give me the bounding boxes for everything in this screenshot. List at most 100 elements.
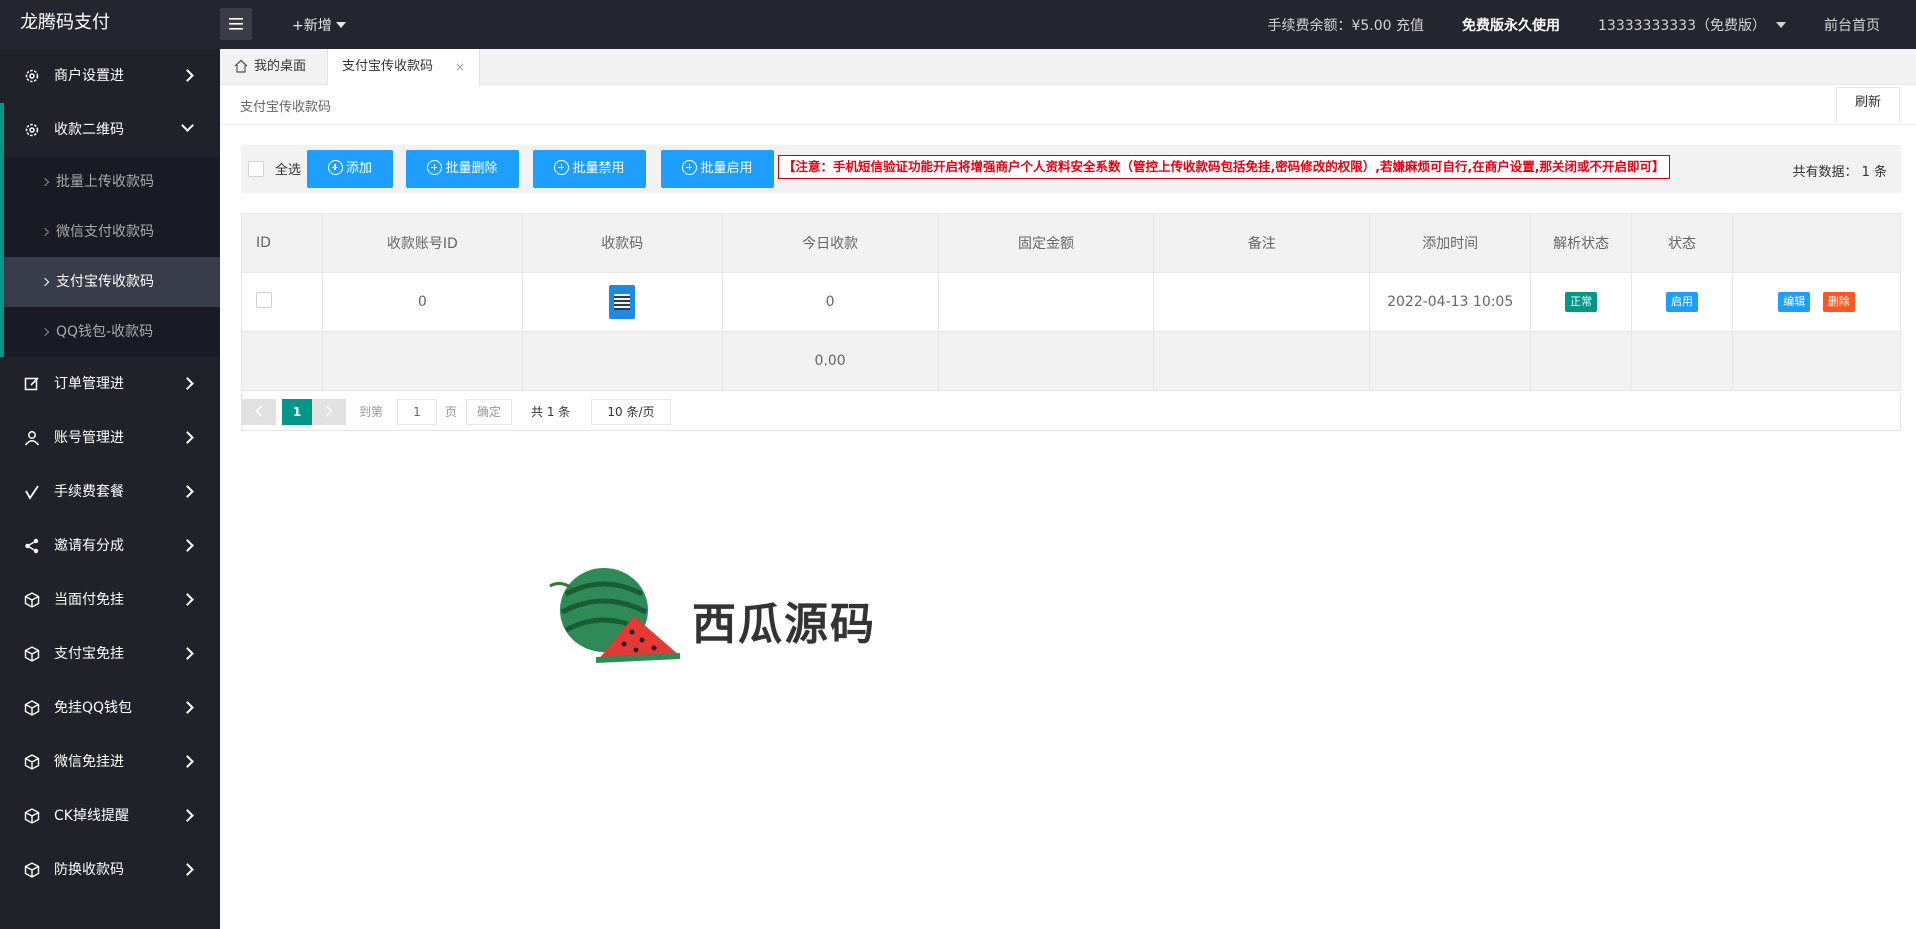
- gear-icon: [25, 69, 39, 83]
- refresh-button[interactable]: 刷新: [1836, 87, 1900, 123]
- watermark-logo: 西瓜源码: [546, 564, 906, 664]
- submenu-item-qq-wallet[interactable]: QQ钱包-收款码: [4, 307, 220, 357]
- menu-toggle-button[interactable]: [220, 8, 252, 40]
- chevron-right-icon: [325, 405, 333, 417]
- new-dropdown[interactable]: +新增: [292, 0, 346, 49]
- close-icon[interactable]: ×: [455, 49, 465, 85]
- status-toggle[interactable]: 启用: [1666, 292, 1699, 312]
- cube-icon: [24, 646, 40, 662]
- sidebar-item-label: 防换收款码: [54, 862, 124, 878]
- row-checkbox[interactable]: [256, 292, 272, 308]
- sidebar-item-label: CK掉线提醒: [54, 808, 129, 824]
- plus-circle-icon: [682, 160, 698, 175]
- chevron-right-icon: [181, 863, 194, 876]
- plus-circle-icon: [427, 160, 443, 175]
- account-id-cell: 0: [321, 272, 523, 332]
- table-sum-row: 0.00: [241, 331, 1901, 391]
- sidebar-item-label: 当面付免挂: [54, 592, 124, 608]
- sidebar-item-ck-offline[interactable]: CK掉线提醒: [0, 789, 220, 843]
- sidebar-item-qq-free[interactable]: 免挂QQ钱包: [0, 681, 220, 735]
- column-header[interactable]: 收款码: [521, 213, 723, 273]
- chevron-left-icon: [255, 405, 263, 417]
- sidebar-item-merchant-settings[interactable]: 商户设置进: [0, 49, 220, 103]
- qrcode-thumbnail[interactable]: [609, 285, 636, 319]
- chevron-right-icon: [181, 485, 194, 498]
- current-page[interactable]: 1: [282, 399, 312, 425]
- per-page-select[interactable]: 10 条/页: [591, 399, 671, 425]
- prev-page-button[interactable]: [242, 399, 276, 425]
- submenu-item-label: 批量上传收款码: [56, 174, 154, 190]
- add-label: 添加: [345, 161, 372, 176]
- column-header[interactable]: 备注: [1153, 213, 1371, 273]
- account-label: 13333333333（免费版）: [1598, 17, 1766, 34]
- cube-icon: [24, 592, 40, 608]
- sidebar-item-alipay-free[interactable]: 支付宝免挂: [0, 627, 220, 681]
- column-header[interactable]: ID: [241, 213, 323, 273]
- new-label: +新增: [292, 18, 332, 34]
- tab-label: 我的桌面: [254, 59, 307, 74]
- column-header[interactable]: 今日收款: [721, 213, 939, 273]
- column-header[interactable]: 固定金额: [937, 213, 1155, 273]
- next-page-button[interactable]: [312, 399, 346, 425]
- hamburger-icon: [229, 18, 243, 30]
- watermark-text: 西瓜源码: [692, 599, 876, 650]
- home-icon: [234, 59, 248, 73]
- submenu-item-batch-upload[interactable]: 批量上传收款码: [4, 157, 220, 207]
- table-header-row: ID 收款账号ID 收款码 今日收款 固定金额 备注 添加时间 解析状态 状态: [241, 213, 1901, 273]
- confirm-button[interactable]: 确定: [466, 399, 512, 425]
- share-icon: [25, 538, 39, 554]
- column-header[interactable]: 解析状态: [1530, 213, 1633, 273]
- app-logo[interactable]: 龙腾码支付: [0, 0, 220, 49]
- sidebar-item-label: 账号管理进: [54, 430, 124, 446]
- sidebar-item-label: 支付宝免挂: [54, 646, 124, 662]
- chevron-right-icon: [40, 277, 50, 287]
- sidebar-item-accounts[interactable]: 账号管理进: [0, 411, 220, 465]
- batch-enable-button[interactable]: 批量启用: [661, 150, 774, 188]
- gear-icon: [25, 123, 39, 137]
- sidebar-item-wechat-free[interactable]: 微信免挂进: [0, 735, 220, 789]
- chevron-right-icon: [181, 809, 194, 822]
- column-header[interactable]: 收款账号ID: [321, 213, 523, 273]
- select-all-label: 全选: [275, 163, 302, 178]
- cube-icon: [24, 862, 40, 878]
- tab-home[interactable]: 我的桌面: [220, 49, 328, 85]
- page-number-input[interactable]: 1: [397, 399, 437, 425]
- goto-label: 到第: [359, 405, 384, 419]
- batch-disable-button[interactable]: 批量禁用: [533, 150, 646, 188]
- edit-button[interactable]: 编辑: [1778, 292, 1811, 312]
- watermelon-icon: [549, 568, 681, 663]
- submenu-item-wechat-qrcode[interactable]: 微信支付收款码: [4, 207, 220, 257]
- submenu-item-label: QQ钱包-收款码: [56, 324, 154, 340]
- tab-bar: 我的桌面 支付宝传收款码 ×: [220, 49, 1916, 86]
- caret-down-icon: [1776, 21, 1786, 28]
- delete-button[interactable]: 删除: [1822, 292, 1855, 312]
- fee-balance[interactable]: 手续费余额：¥5.00 充值: [1267, 15, 1424, 35]
- sidebar-item-fee-package[interactable]: 手续费套餐: [0, 465, 220, 519]
- account-menu[interactable]: 13333333333（免费版）: [1598, 15, 1786, 35]
- batch-delete-button[interactable]: 批量删除: [406, 150, 519, 188]
- front-home-link[interactable]: 前台首页: [1824, 15, 1880, 35]
- select-all-checkbox[interactable]: [248, 161, 264, 177]
- submenu-item-alipay-qrcode[interactable]: 支付宝传收款码: [4, 257, 220, 307]
- table-toolbar: 全选 添加 批量删除 批量禁用 批量启用 【注意：手机短信验证功能开启将增强商户…: [241, 145, 1901, 193]
- sidebar-item-invite[interactable]: 邀请有分成: [0, 519, 220, 573]
- chevron-right-icon: [181, 377, 194, 390]
- sidebar-item-orders[interactable]: 订单管理进: [0, 357, 220, 411]
- page-unit-label: 页: [445, 405, 458, 419]
- sidebar-item-qrcode[interactable]: 收款二维码: [0, 103, 220, 157]
- sidebar-item-label: 微信免挂进: [54, 754, 124, 770]
- column-header[interactable]: 添加时间: [1369, 213, 1532, 273]
- sidebar: 商户设置进 收款二维码 批量上传收款码 微信支付收款码 支付宝传收款码 QQ钱包…: [0, 49, 220, 929]
- remark-cell: [1153, 272, 1371, 332]
- sidebar-item-facepay[interactable]: 当面付免挂: [0, 573, 220, 627]
- add-button[interactable]: 添加: [307, 150, 393, 188]
- sidebar-item-anti-swap[interactable]: 防换收款码: [0, 843, 220, 897]
- column-header[interactable]: 状态: [1631, 213, 1734, 273]
- table-row: 0 0 2022-04-13 10:05 正常 启用 编辑 删除: [241, 272, 1901, 332]
- free-version-label: 免费版永久使用: [1462, 17, 1561, 34]
- batch-enable-label: 批量启用: [700, 161, 753, 176]
- batch-disable-label: 批量禁用: [572, 161, 625, 176]
- chevron-right-icon: [181, 593, 194, 606]
- tab-alipay-qrcode[interactable]: 支付宝传收款码 ×: [328, 49, 480, 86]
- tab-label: 支付宝传收款码: [342, 59, 434, 74]
